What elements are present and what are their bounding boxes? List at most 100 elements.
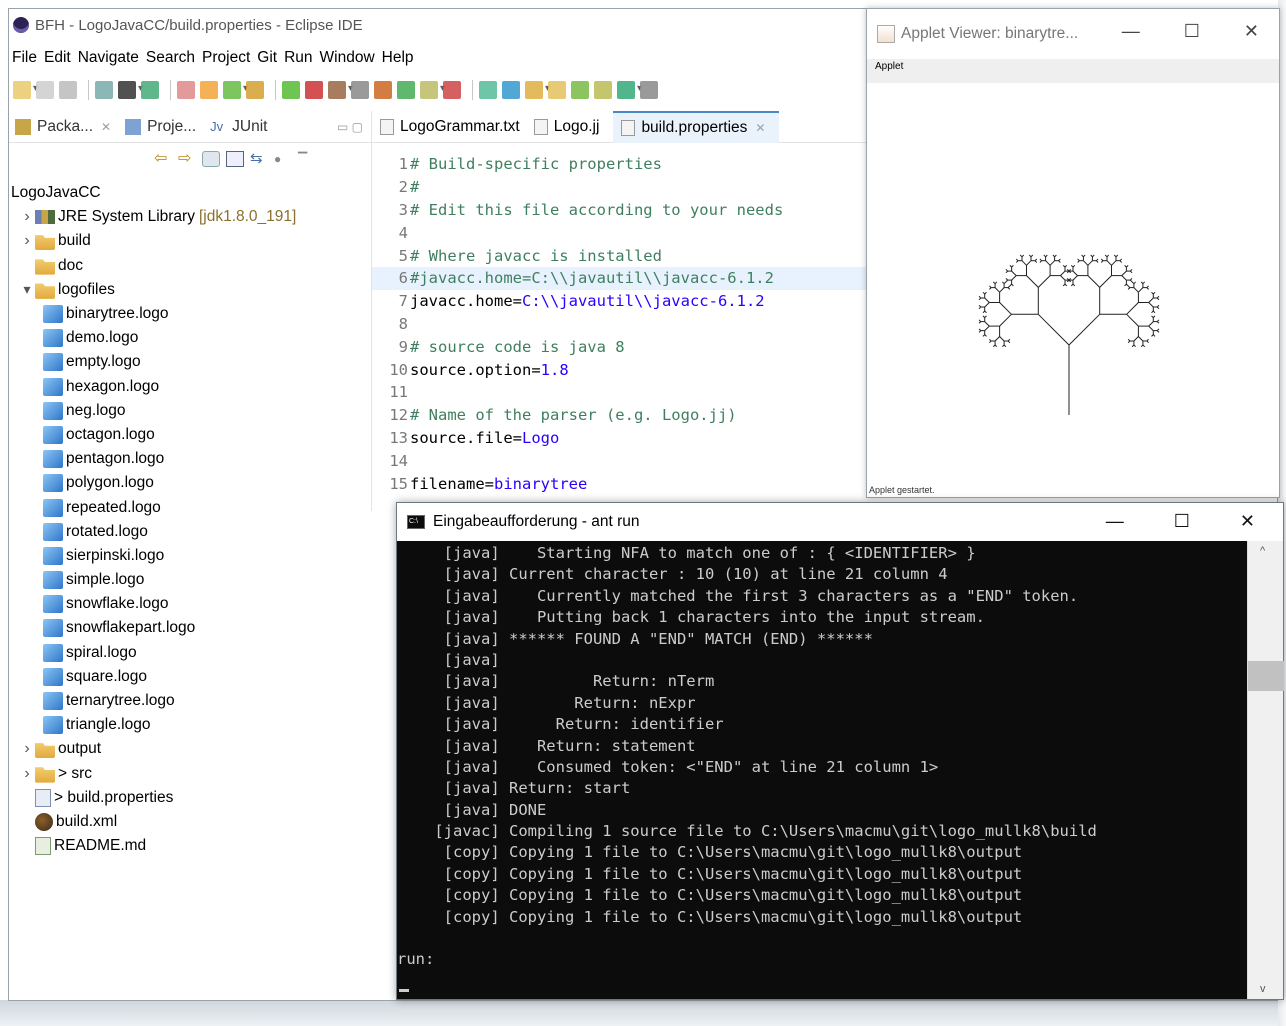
tree-item-label: snowflake.logo: [66, 595, 169, 613]
toolbar-button-icon[interactable]: [200, 81, 218, 99]
toolbar-button-icon[interactable]: [328, 81, 353, 99]
close-icon[interactable]: ✕: [755, 121, 765, 135]
collapsed-arrow-icon[interactable]: ›: [19, 232, 35, 250]
toolbar-button-icon[interactable]: [420, 81, 445, 99]
scroll-thumb[interactable]: [1248, 661, 1284, 691]
view-menu-icon[interactable]: ●: [274, 151, 292, 167]
tab-junit[interactable]: Jv JUnit: [210, 118, 267, 136]
tree-item[interactable]: octagon.logo: [9, 423, 371, 447]
toolbar-button-icon[interactable]: [525, 81, 550, 99]
tree-item[interactable]: › > src: [9, 762, 371, 786]
toolbar-button-icon[interactable]: [59, 81, 77, 99]
toolbar-button-icon[interactable]: [397, 81, 415, 99]
console-scrollbar[interactable]: ^ v: [1247, 541, 1284, 999]
menu-file[interactable]: File: [12, 49, 37, 67]
tree-project-root[interactable]: LogoJavaCC: [9, 181, 371, 205]
scroll-up-icon[interactable]: ^: [1260, 545, 1265, 557]
tree-item[interactable]: rotated.logo: [9, 520, 371, 544]
toolbar-button-icon[interactable]: [177, 81, 195, 99]
tree-item[interactable]: snowflakepart.logo: [9, 616, 371, 640]
minimize-icon[interactable]: —: [1122, 21, 1140, 42]
maximize-icon[interactable]: ☐: [1184, 21, 1200, 42]
toolbar-button-icon[interactable]: [141, 81, 159, 99]
tree-item[interactable]: square.logo: [9, 665, 371, 689]
minimize-maximize-icon[interactable]: ▭ ▢: [337, 120, 363, 134]
code-view[interactable]: 1 # Build-specific properties 2 #3 # Edit th…: [372, 153, 867, 495]
menu-project[interactable]: Project: [202, 49, 250, 67]
tree-item[interactable]: hexagon.logo: [9, 375, 371, 399]
toolbar-button-icon[interactable]: [95, 81, 113, 99]
tree-item[interactable]: triangle.logo: [9, 713, 371, 737]
editor-tab[interactable]: Logo.jj: [533, 111, 614, 143]
tree-item[interactable]: binarytree.logo: [9, 302, 371, 326]
menu-navigate[interactable]: Navigate: [78, 49, 139, 67]
tab-package-explorer[interactable]: Packa... ✕: [15, 118, 111, 136]
applet-menu[interactable]: Applet: [867, 59, 1279, 83]
close-icon[interactable]: ✕: [1240, 511, 1255, 532]
back-icon[interactable]: ⇦: [154, 151, 172, 167]
toolbar-button-icon[interactable]: [305, 81, 323, 99]
collapsed-arrow-icon[interactable]: ›: [19, 208, 35, 226]
toolbar-button-icon[interactable]: [443, 81, 461, 99]
toolbar-button-icon[interactable]: [36, 81, 54, 99]
maximize-icon[interactable]: ☐: [1174, 511, 1190, 532]
tree-item[interactable]: ternarytree.logo: [9, 689, 371, 713]
tree-item[interactable]: neg.logo: [9, 399, 371, 423]
toolbar-button-icon[interactable]: [118, 81, 143, 99]
collapsed-arrow-icon[interactable]: ›: [19, 740, 35, 758]
up-icon[interactable]: [202, 151, 220, 167]
tree-item[interactable]: pentagon.logo: [9, 447, 371, 471]
toolbar-button-icon[interactable]: [223, 81, 248, 99]
tree-branch: [1131, 344, 1135, 348]
minimize-icon[interactable]: —: [1106, 511, 1124, 532]
console-output[interactable]: [java] Starting NFA to match one of : { …: [397, 541, 1247, 999]
menu-edit[interactable]: Edit: [44, 49, 71, 67]
scroll-down-icon[interactable]: v: [1260, 983, 1266, 995]
forward-icon[interactable]: ⇨: [178, 151, 196, 167]
expanded-arrow-icon[interactable]: ▾: [19, 281, 35, 298]
tree-item[interactable]: polygon.logo: [9, 471, 371, 495]
tab-project-explorer[interactable]: Proje...: [125, 118, 196, 136]
tree-item[interactable]: snowflake.logo: [9, 592, 371, 616]
menu-help[interactable]: Help: [382, 49, 414, 67]
project-tree: LogoJavaCC › JRE System Library [jdk1.8.0_…: [9, 181, 371, 858]
tree-item[interactable]: simple.logo: [9, 568, 371, 592]
toolbar-button-icon[interactable]: [502, 81, 520, 99]
tree-item[interactable]: build.xml: [9, 810, 371, 834]
toolbar-button-icon[interactable]: [548, 81, 566, 99]
minimize-view-icon[interactable]: ▔: [298, 151, 316, 167]
menu-window[interactable]: Window: [320, 49, 375, 67]
menu-search[interactable]: Search: [146, 49, 195, 67]
toolbar-button-icon[interactable]: [594, 81, 612, 99]
toolbar-button-icon[interactable]: [640, 81, 658, 99]
toolbar-button-icon[interactable]: [13, 81, 38, 99]
menu-git[interactable]: Git: [257, 49, 277, 67]
toolbar-button-icon[interactable]: [374, 81, 392, 99]
menu-run[interactable]: Run: [284, 49, 312, 67]
tree-item[interactable]: › JRE System Library [jdk1.8.0_191]: [9, 205, 371, 229]
tree-item[interactable]: demo.logo: [9, 326, 371, 350]
tree-item[interactable]: empty.logo: [9, 350, 371, 374]
toolbar-button-icon[interactable]: [282, 81, 300, 99]
toolbar-button-icon[interactable]: [246, 81, 264, 99]
tree-item[interactable]: > build.properties: [9, 786, 371, 810]
tree-item[interactable]: ▾ logofiles: [9, 278, 371, 302]
tree-item[interactable]: sierpinski.logo: [9, 544, 371, 568]
link-editor-icon[interactable]: ⇆: [250, 151, 268, 167]
close-icon[interactable]: ✕: [101, 120, 111, 134]
tree-item[interactable]: › output: [9, 737, 371, 761]
tree-item[interactable]: › build: [9, 229, 371, 253]
toolbar-button-icon[interactable]: [351, 81, 369, 99]
tree-item[interactable]: doc: [9, 254, 371, 278]
tree-item[interactable]: repeated.logo: [9, 495, 371, 519]
toolbar-button-icon[interactable]: [479, 81, 497, 99]
editor-tab[interactable]: build.properties ✕: [613, 110, 780, 143]
collapse-all-icon[interactable]: [226, 151, 244, 167]
tree-item[interactable]: README.md: [9, 834, 371, 858]
editor-tab[interactable]: LogoGrammar.txt: [380, 111, 534, 143]
collapsed-arrow-icon[interactable]: ›: [19, 765, 35, 783]
toolbar-button-icon[interactable]: [571, 81, 589, 99]
toolbar-button-icon[interactable]: [617, 81, 642, 99]
close-icon[interactable]: ✕: [1244, 21, 1259, 42]
tree-item[interactable]: spiral.logo: [9, 641, 371, 665]
